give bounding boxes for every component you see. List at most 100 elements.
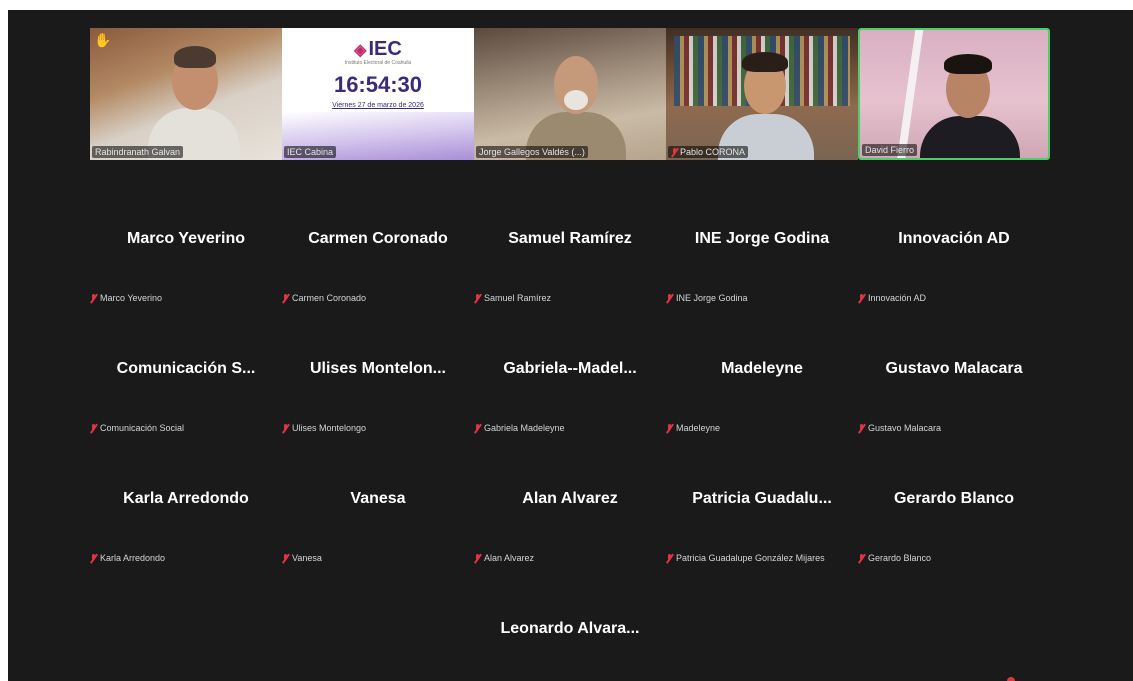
- participant-name-label: Comunicación Social: [90, 423, 184, 433]
- camera-feed: [90, 28, 282, 160]
- participant-tile[interactable]: Gabriela--Madel... Gabriela Madeleyne: [474, 310, 666, 440]
- participant-label-text: INE Jorge Godina: [676, 293, 748, 303]
- participant-tile[interactable]: Innovación AD Innovación AD: [858, 180, 1050, 310]
- video-name-label: David Fierro: [862, 144, 918, 156]
- participant-display-name: Karla Arredondo: [123, 490, 249, 507]
- participant-display-name: Comunicación S...: [116, 360, 256, 377]
- video-tile-pablo-corona[interactable]: Pablo CORONA: [666, 28, 858, 160]
- participant-label-text: Madeleyne: [676, 423, 721, 433]
- participant-name-label: Karla Arredondo: [90, 553, 165, 563]
- participant-display-name: Alan Alvarez: [522, 490, 618, 507]
- participant-name-label: Madeleyne: [666, 423, 720, 433]
- camera-feed: [860, 30, 1048, 158]
- participant-tile[interactable]: Gerardo Blanco Gerardo Blanco: [858, 440, 1050, 570]
- participant-tile[interactable]: Gustavo Malacara Gustavo Malacara: [858, 310, 1050, 440]
- participant-name-label: Ulises Montelongo: [282, 423, 366, 433]
- record-indicator-icon: [1007, 677, 1015, 681]
- participant-label-text: Patricia Guadalupe González Mijares: [676, 553, 825, 563]
- participant-tile[interactable]: Vanesa Vanesa: [282, 440, 474, 570]
- participant-display-name: Samuel Ramírez: [508, 230, 632, 247]
- participant-label-text: Marco Yeverino: [100, 293, 163, 303]
- video-tile-jorge-gallegos[interactable]: Jorge Gallegos Valdés (...): [474, 28, 666, 160]
- participant-label-text: Karla Arredondo: [100, 553, 166, 563]
- muted-mic-icon: [282, 293, 289, 303]
- participant-display-name: Marco Yeverino: [127, 230, 245, 247]
- video-tile-rabindranath[interactable]: ✋ Rabindranath Galvan: [90, 28, 282, 160]
- meeting-window: ✋ Rabindranath Galvan ◈ IEC Instituto Ele…: [8, 10, 1133, 681]
- muted-mic-icon: [474, 553, 481, 563]
- participant-tile[interactable]: Ulises Montelon... Ulises Montelongo: [282, 310, 474, 440]
- muted-mic-icon: [90, 553, 97, 563]
- participant-name-label: Alan Alvarez: [474, 553, 534, 563]
- participant-display-name: Gerardo Blanco: [893, 490, 1015, 507]
- participant-tile[interactable]: INE Jorge Godina INE Jorge Godina: [666, 180, 858, 310]
- participant-display-name: Gabriela--Madel...: [503, 360, 637, 377]
- iec-subtitle: Instituto Electoral de Coahuila: [344, 60, 412, 66]
- participant-display-name: Vanesa: [350, 490, 406, 507]
- video-name-label: IEC Cabina: [284, 146, 337, 158]
- participant-tile[interactable]: Carmen Coronado Carmen Coronado: [282, 180, 474, 310]
- muted-mic-icon: [666, 423, 673, 433]
- participant-display-name: Leonardo Alvara...: [500, 620, 640, 637]
- camera-feed: [666, 28, 858, 160]
- participant-name-label: INE Jorge Godina: [666, 293, 748, 303]
- video-tile-david-fierro[interactable]: David Fierro: [858, 28, 1050, 160]
- participant-name-label: Carmen Coronado: [282, 293, 366, 303]
- participant-display-name: Patricia Guadalu...: [692, 490, 832, 507]
- presentation-slide: ◈ IEC Instituto Electoral de Coahuila 16:…: [282, 28, 474, 160]
- video-name-label: Jorge Gallegos Valdés (...): [476, 146, 588, 158]
- participant-display-name: INE Jorge Godina: [694, 230, 830, 247]
- muted-mic-icon: [858, 553, 865, 563]
- muted-mic-icon: [474, 423, 481, 433]
- video-name-label: Rabindranath Galvan: [92, 146, 184, 158]
- participant-name-label: Gerardo Blanco: [858, 553, 931, 563]
- participant-name-label: Vanesa: [282, 553, 322, 563]
- participant-label-text: Innovación AD: [868, 293, 927, 303]
- participant-name-label: Marco Yeverino: [90, 293, 162, 303]
- muted-mic-icon: [282, 423, 289, 433]
- participant-tile[interactable]: Madeleyne Madeleyne: [666, 310, 858, 440]
- participant-display-name: Gustavo Malacara: [885, 360, 1023, 377]
- participant-label-text: Vanesa: [292, 553, 322, 563]
- clock-time: 16:54:30: [333, 72, 423, 97]
- video-name-label: Pablo CORONA: [668, 146, 749, 158]
- participant-name-label: Gabriela Madeleyne: [474, 423, 565, 433]
- participant-name-label: Samuel Ramírez: [474, 293, 551, 303]
- participant-name-label: Innovación AD: [858, 293, 926, 303]
- participant-label-text: Samuel Ramírez: [484, 293, 552, 303]
- muted-mic-icon: [666, 553, 673, 563]
- participant-tile[interactable]: Marco Yeverino Marco Yeverino: [90, 180, 282, 310]
- participant-tile[interactable]: Patricia Guadalu... Patricia Guadalupe Go…: [666, 440, 858, 570]
- muted-mic-icon: [282, 553, 289, 563]
- participant-tile[interactable]: Alan Alvarez Alan Alvarez: [474, 440, 666, 570]
- muted-mic-icon: [90, 293, 97, 303]
- participant-name-label: Patricia Guadalupe González Mijares: [666, 553, 825, 563]
- participant-display-name: Ulises Montelon...: [309, 360, 446, 377]
- clock-date: Viernes 27 de marzo de 2026: [332, 102, 424, 109]
- muted-mic-icon: [671, 147, 678, 157]
- participant-label-text: Comunicación Social: [100, 423, 185, 433]
- participant-label-text: Alan Alvarez: [484, 553, 535, 563]
- participant-display-name: Carmen Coronado: [308, 230, 448, 247]
- participant-tile[interactable]: Leonardo Alvara...Leonardo Alvarado: [474, 570, 666, 681]
- muted-mic-icon: [858, 293, 865, 303]
- raised-hand-icon: ✋: [94, 32, 112, 48]
- camera-feed: [474, 28, 666, 160]
- participant-label-text: Gustavo Malacara: [868, 423, 942, 433]
- video-tile-iec-cabina[interactable]: ◈ IEC Instituto Electoral de Coahuila 16:…: [282, 28, 474, 160]
- muted-mic-icon: [666, 293, 673, 303]
- muted-mic-icon: [474, 293, 481, 303]
- participant-tile[interactable]: Samuel Ramírez Samuel Ramírez: [474, 180, 666, 310]
- participant-tile[interactable]: Karla Arredondo Karla Arredondo: [90, 440, 282, 570]
- video-strip: ✋ Rabindranath Galvan ◈ IEC Instituto Ele…: [90, 28, 1050, 160]
- participant-label-text: Ulises Montelongo: [292, 423, 367, 433]
- iec-logo: ◈ IEC: [354, 38, 402, 60]
- participant-display-name: Innovación AD: [898, 230, 1010, 247]
- muted-mic-icon: [90, 423, 97, 433]
- participant-name-label: Gustavo Malacara: [858, 423, 941, 433]
- participant-label-text: Gabriela Madeleyne: [484, 423, 565, 433]
- participant-tile[interactable]: Comunicación S... Comunicación Social: [90, 310, 282, 440]
- participant-label-text: Gerardo Blanco: [868, 553, 932, 563]
- participant-label-text: Carmen Coronado: [292, 293, 367, 303]
- muted-mic-icon: [858, 423, 865, 433]
